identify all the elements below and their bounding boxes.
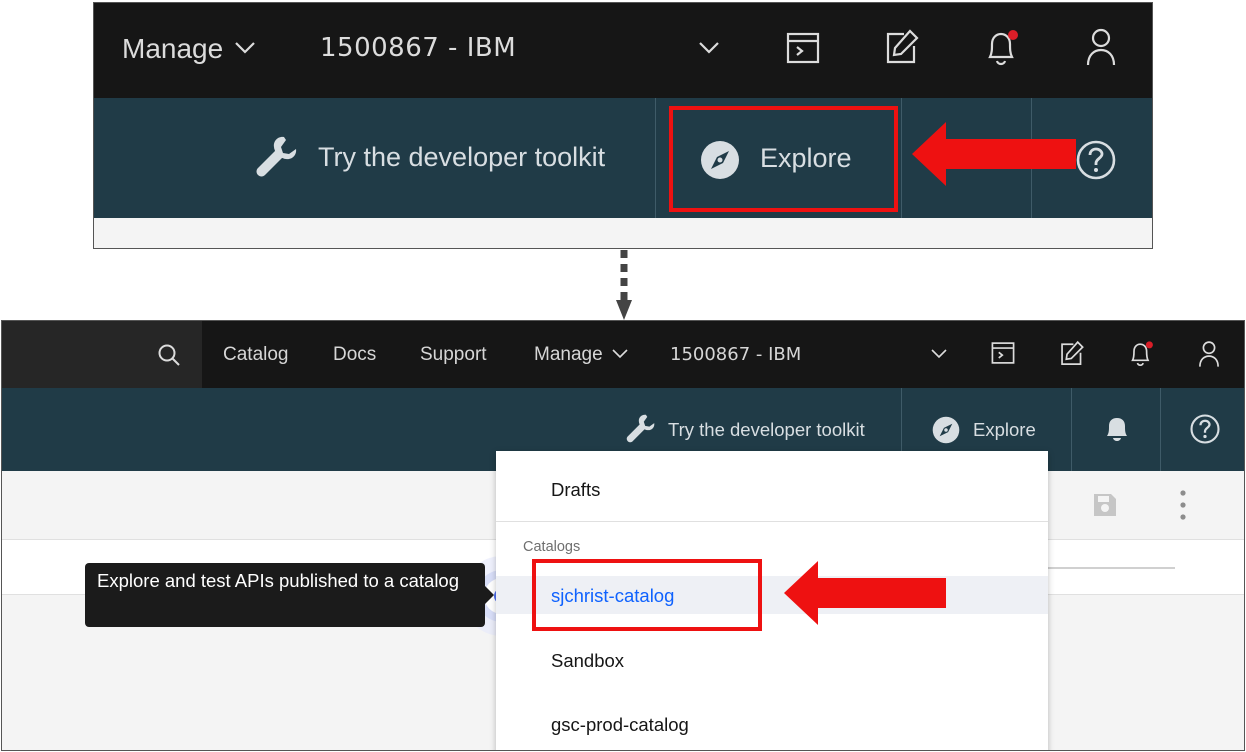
search-icon[interactable] (157, 343, 181, 367)
developer-toolkit-link[interactable]: Try the developer toolkit (668, 419, 865, 441)
edit-icon[interactable] (884, 28, 920, 66)
bottom-header-bar: Catalog Docs Support Manage 1500867 - IB… (2, 321, 1244, 388)
catalog-highlight-box (532, 559, 762, 631)
bell-icon[interactable] (1127, 339, 1155, 369)
divider (901, 98, 902, 218)
drafts-label: Drafts (551, 479, 601, 500)
red-arrow-pointer (912, 122, 1076, 186)
catalogs-section-header: Catalogs (523, 539, 581, 555)
help-icon[interactable] (1190, 414, 1220, 444)
bell-icon[interactable] (982, 27, 1022, 69)
tooltip-caret (484, 585, 494, 605)
chevron-down-icon[interactable] (612, 349, 628, 359)
explore-button-label[interactable]: Explore (973, 419, 1036, 441)
catalog-item-label: gsc-prod-catalog (551, 714, 689, 735)
dropdown-item-drafts[interactable]: Drafts (496, 451, 1048, 521)
dropdown-item-gsc-prod-catalog[interactable]: gsc-prod-catalog (496, 705, 1048, 745)
bottom-screenshot: Catalog Docs Support Manage 1500867 - IB… (1, 320, 1245, 751)
help-icon[interactable] (1076, 140, 1116, 180)
top-header-bar: Manage 1500867 - IBM (94, 3, 1152, 98)
org-label[interactable]: 1500867 - IBM (320, 33, 516, 63)
content-area (94, 218, 1152, 248)
notification-dot (1145, 341, 1153, 349)
explore-highlight-box (669, 106, 898, 212)
red-arrow-pointer (784, 561, 946, 625)
terminal-icon[interactable] (991, 341, 1015, 365)
dropdown-item-sandbox[interactable]: Sandbox (496, 641, 1048, 681)
tooltip-text: Explore and test APIs published to a cat… (97, 570, 460, 591)
edit-icon[interactable] (1059, 340, 1085, 367)
manage-menu[interactable]: Manage (122, 33, 223, 65)
user-icon[interactable] (1197, 340, 1221, 368)
org-chevron-down-icon[interactable] (698, 41, 720, 55)
explore-tooltip: Explore and test APIs published to a cat… (85, 563, 485, 627)
overflow-menu-icon[interactable] (1178, 489, 1188, 521)
nav-item-support[interactable]: Support (420, 344, 487, 366)
manage-label: Manage (122, 33, 224, 64)
divider (1047, 567, 1175, 569)
org-chevron-down-icon[interactable] (931, 349, 947, 359)
developer-toolkit-link[interactable]: Try the developer toolkit (318, 142, 605, 173)
nav-item-catalog[interactable]: Catalog (223, 344, 289, 366)
top-screenshot: Manage 1500867 - IBM Try the developer t… (93, 2, 1153, 249)
divider (496, 521, 1048, 522)
divider (655, 98, 656, 218)
nav-item-manage[interactable]: Manage (534, 344, 603, 366)
user-icon[interactable] (1084, 27, 1118, 67)
wrench-icon (256, 136, 297, 177)
wrench-icon (626, 414, 655, 443)
down-arrow-connector (616, 250, 632, 320)
notification-dot (1008, 30, 1018, 40)
chevron-down-icon[interactable] (234, 41, 256, 55)
bell-filled-icon[interactable] (1104, 415, 1130, 443)
compass-icon (932, 416, 960, 444)
divider (1071, 388, 1072, 471)
terminal-icon[interactable] (786, 31, 820, 65)
nav-item-docs[interactable]: Docs (333, 344, 376, 366)
org-label[interactable]: 1500867 - IBM (670, 344, 801, 365)
save-icon[interactable] (1092, 492, 1118, 518)
catalog-item-label: Sandbox (551, 650, 625, 671)
divider (1160, 388, 1161, 471)
